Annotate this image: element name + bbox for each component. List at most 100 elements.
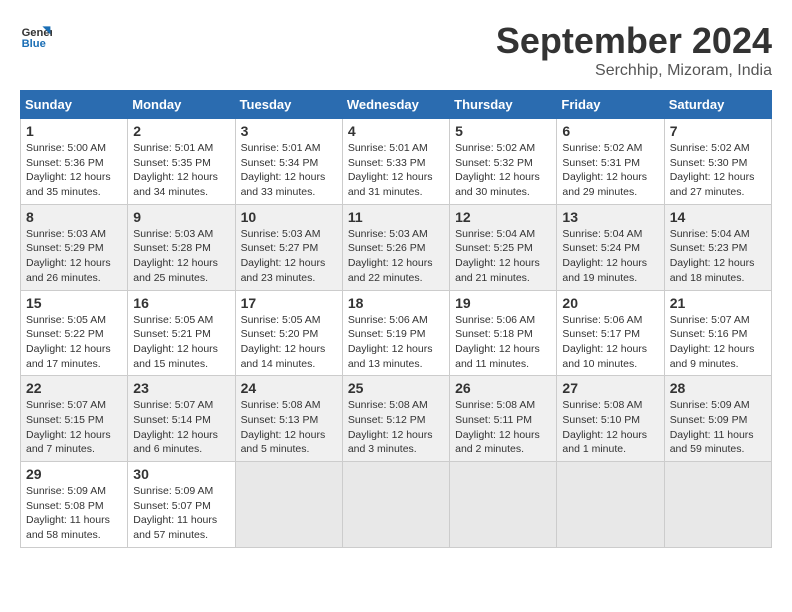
calendar-cell: 29 Sunrise: 5:09 AMSunset: 5:08 PMDaylig… <box>21 462 128 548</box>
calendar-cell: 19 Sunrise: 5:06 AMSunset: 5:18 PMDaylig… <box>450 290 557 376</box>
day-number: 23 <box>133 380 229 396</box>
week-row: 8 Sunrise: 5:03 AMSunset: 5:29 PMDayligh… <box>21 204 772 290</box>
calendar-cell: 12 Sunrise: 5:04 AMSunset: 5:25 PMDaylig… <box>450 204 557 290</box>
calendar-cell: 7 Sunrise: 5:02 AMSunset: 5:30 PMDayligh… <box>664 119 771 205</box>
day-info: Sunrise: 5:08 AMSunset: 5:13 PMDaylight:… <box>241 398 337 457</box>
day-info: Sunrise: 5:02 AMSunset: 5:31 PMDaylight:… <box>562 141 658 200</box>
day-info: Sunrise: 5:03 AMSunset: 5:29 PMDaylight:… <box>26 227 122 286</box>
day-number: 2 <box>133 123 229 139</box>
calendar-cell: 27 Sunrise: 5:08 AMSunset: 5:10 PMDaylig… <box>557 376 664 462</box>
calendar-cell: 21 Sunrise: 5:07 AMSunset: 5:16 PMDaylig… <box>664 290 771 376</box>
calendar-cell: 13 Sunrise: 5:04 AMSunset: 5:24 PMDaylig… <box>557 204 664 290</box>
day-number: 27 <box>562 380 658 396</box>
calendar-cell: 2 Sunrise: 5:01 AMSunset: 5:35 PMDayligh… <box>128 119 235 205</box>
header-friday: Friday <box>557 91 664 119</box>
calendar-cell: 24 Sunrise: 5:08 AMSunset: 5:13 PMDaylig… <box>235 376 342 462</box>
day-number: 21 <box>670 295 766 311</box>
day-info: Sunrise: 5:04 AMSunset: 5:23 PMDaylight:… <box>670 227 766 286</box>
day-info: Sunrise: 5:05 AMSunset: 5:22 PMDaylight:… <box>26 313 122 372</box>
day-info: Sunrise: 5:09 AMSunset: 5:09 PMDaylight:… <box>670 398 766 457</box>
day-info: Sunrise: 5:01 AMSunset: 5:35 PMDaylight:… <box>133 141 229 200</box>
day-info: Sunrise: 5:06 AMSunset: 5:17 PMDaylight:… <box>562 313 658 372</box>
day-number: 7 <box>670 123 766 139</box>
day-info: Sunrise: 5:03 AMSunset: 5:26 PMDaylight:… <box>348 227 444 286</box>
calendar-cell: 25 Sunrise: 5:08 AMSunset: 5:12 PMDaylig… <box>342 376 449 462</box>
page-header: General Blue September 2024 Serchhip, Mi… <box>20 20 772 80</box>
calendar-cell: 18 Sunrise: 5:06 AMSunset: 5:19 PMDaylig… <box>342 290 449 376</box>
calendar-cell: 15 Sunrise: 5:05 AMSunset: 5:22 PMDaylig… <box>21 290 128 376</box>
day-info: Sunrise: 5:08 AMSunset: 5:12 PMDaylight:… <box>348 398 444 457</box>
calendar-cell: 10 Sunrise: 5:03 AMSunset: 5:27 PMDaylig… <box>235 204 342 290</box>
calendar-cell: 30 Sunrise: 5:09 AMSunset: 5:07 PMDaylig… <box>128 462 235 548</box>
header-sunday: Sunday <box>21 91 128 119</box>
day-number: 17 <box>241 295 337 311</box>
day-number: 12 <box>455 209 551 225</box>
day-info: Sunrise: 5:02 AMSunset: 5:30 PMDaylight:… <box>670 141 766 200</box>
day-number: 4 <box>348 123 444 139</box>
day-info: Sunrise: 5:01 AMSunset: 5:33 PMDaylight:… <box>348 141 444 200</box>
calendar-cell: 20 Sunrise: 5:06 AMSunset: 5:17 PMDaylig… <box>557 290 664 376</box>
header-tuesday: Tuesday <box>235 91 342 119</box>
week-row: 29 Sunrise: 5:09 AMSunset: 5:08 PMDaylig… <box>21 462 772 548</box>
calendar-cell: 17 Sunrise: 5:05 AMSunset: 5:20 PMDaylig… <box>235 290 342 376</box>
day-number: 13 <box>562 209 658 225</box>
calendar-cell: 8 Sunrise: 5:03 AMSunset: 5:29 PMDayligh… <box>21 204 128 290</box>
day-info: Sunrise: 5:04 AMSunset: 5:24 PMDaylight:… <box>562 227 658 286</box>
day-number: 10 <box>241 209 337 225</box>
logo: General Blue <box>20 20 52 52</box>
calendar-cell: 23 Sunrise: 5:07 AMSunset: 5:14 PMDaylig… <box>128 376 235 462</box>
day-info: Sunrise: 5:08 AMSunset: 5:11 PMDaylight:… <box>455 398 551 457</box>
calendar-cell: 6 Sunrise: 5:02 AMSunset: 5:31 PMDayligh… <box>557 119 664 205</box>
day-info: Sunrise: 5:03 AMSunset: 5:27 PMDaylight:… <box>241 227 337 286</box>
calendar-cell: 11 Sunrise: 5:03 AMSunset: 5:26 PMDaylig… <box>342 204 449 290</box>
day-number: 16 <box>133 295 229 311</box>
header-saturday: Saturday <box>664 91 771 119</box>
week-row: 15 Sunrise: 5:05 AMSunset: 5:22 PMDaylig… <box>21 290 772 376</box>
header-thursday: Thursday <box>450 91 557 119</box>
day-info: Sunrise: 5:02 AMSunset: 5:32 PMDaylight:… <box>455 141 551 200</box>
calendar-cell <box>342 462 449 548</box>
day-number: 18 <box>348 295 444 311</box>
header-row: Sunday Monday Tuesday Wednesday Thursday… <box>21 91 772 119</box>
calendar-cell: 28 Sunrise: 5:09 AMSunset: 5:09 PMDaylig… <box>664 376 771 462</box>
day-info: Sunrise: 5:01 AMSunset: 5:34 PMDaylight:… <box>241 141 337 200</box>
calendar-cell: 22 Sunrise: 5:07 AMSunset: 5:15 PMDaylig… <box>21 376 128 462</box>
day-number: 28 <box>670 380 766 396</box>
day-info: Sunrise: 5:08 AMSunset: 5:10 PMDaylight:… <box>562 398 658 457</box>
calendar-cell: 5 Sunrise: 5:02 AMSunset: 5:32 PMDayligh… <box>450 119 557 205</box>
calendar-table: Sunday Monday Tuesday Wednesday Thursday… <box>20 90 772 548</box>
day-info: Sunrise: 5:00 AMSunset: 5:36 PMDaylight:… <box>26 141 122 200</box>
week-row: 1 Sunrise: 5:00 AMSunset: 5:36 PMDayligh… <box>21 119 772 205</box>
calendar-cell <box>235 462 342 548</box>
day-number: 22 <box>26 380 122 396</box>
calendar-cell: 14 Sunrise: 5:04 AMSunset: 5:23 PMDaylig… <box>664 204 771 290</box>
calendar-cell <box>557 462 664 548</box>
day-number: 15 <box>26 295 122 311</box>
day-info: Sunrise: 5:05 AMSunset: 5:21 PMDaylight:… <box>133 313 229 372</box>
header-wednesday: Wednesday <box>342 91 449 119</box>
calendar-cell: 16 Sunrise: 5:05 AMSunset: 5:21 PMDaylig… <box>128 290 235 376</box>
day-number: 19 <box>455 295 551 311</box>
title-block: September 2024 Serchhip, Mizoram, India <box>496 20 772 80</box>
calendar-cell: 1 Sunrise: 5:00 AMSunset: 5:36 PMDayligh… <box>21 119 128 205</box>
day-info: Sunrise: 5:07 AMSunset: 5:15 PMDaylight:… <box>26 398 122 457</box>
calendar-cell: 9 Sunrise: 5:03 AMSunset: 5:28 PMDayligh… <box>128 204 235 290</box>
day-info: Sunrise: 5:05 AMSunset: 5:20 PMDaylight:… <box>241 313 337 372</box>
day-number: 25 <box>348 380 444 396</box>
day-info: Sunrise: 5:07 AMSunset: 5:16 PMDaylight:… <box>670 313 766 372</box>
month-title: September 2024 <box>496 20 772 62</box>
day-number: 6 <box>562 123 658 139</box>
day-info: Sunrise: 5:03 AMSunset: 5:28 PMDaylight:… <box>133 227 229 286</box>
day-info: Sunrise: 5:04 AMSunset: 5:25 PMDaylight:… <box>455 227 551 286</box>
week-row: 22 Sunrise: 5:07 AMSunset: 5:15 PMDaylig… <box>21 376 772 462</box>
day-number: 26 <box>455 380 551 396</box>
day-number: 5 <box>455 123 551 139</box>
calendar-cell <box>450 462 557 548</box>
calendar-cell: 26 Sunrise: 5:08 AMSunset: 5:11 PMDaylig… <box>450 376 557 462</box>
calendar-cell: 4 Sunrise: 5:01 AMSunset: 5:33 PMDayligh… <box>342 119 449 205</box>
calendar-cell: 3 Sunrise: 5:01 AMSunset: 5:34 PMDayligh… <box>235 119 342 205</box>
day-number: 20 <box>562 295 658 311</box>
day-info: Sunrise: 5:06 AMSunset: 5:18 PMDaylight:… <box>455 313 551 372</box>
day-info: Sunrise: 5:07 AMSunset: 5:14 PMDaylight:… <box>133 398 229 457</box>
day-number: 9 <box>133 209 229 225</box>
